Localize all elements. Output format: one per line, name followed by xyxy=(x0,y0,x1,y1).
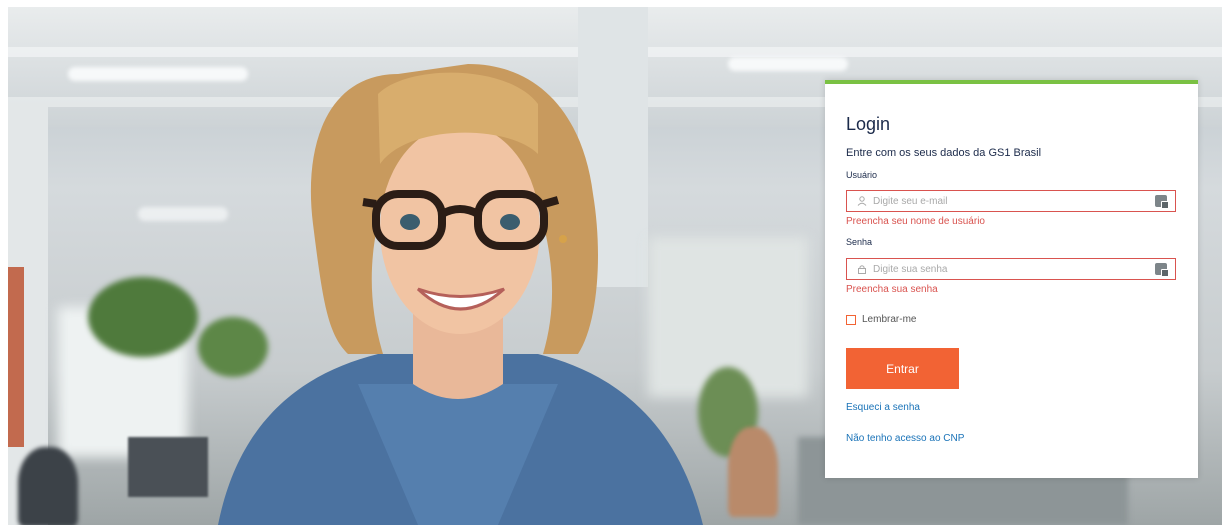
lock-icon xyxy=(855,264,869,274)
right-eye xyxy=(500,214,520,230)
password-error: Preencha sua senha xyxy=(846,284,938,295)
username-input[interactable] xyxy=(869,195,1155,207)
background-person xyxy=(728,427,778,517)
keyboard-icon[interactable] xyxy=(1155,195,1169,209)
user-icon xyxy=(855,196,869,206)
background-person xyxy=(18,447,78,525)
password-input[interactable] xyxy=(869,263,1155,275)
earring xyxy=(559,235,567,243)
no-access-link[interactable]: Não tenho acesso ao CNP xyxy=(846,433,964,444)
left-eye xyxy=(400,214,420,230)
password-field-wrapper xyxy=(846,258,1176,280)
smiling-woman-photo xyxy=(218,64,703,525)
remember-checkbox[interactable] xyxy=(846,314,856,325)
ceiling-light xyxy=(728,57,848,71)
password-label: Senha xyxy=(846,237,873,247)
username-error: Preencha seu nome de usuário xyxy=(846,216,985,227)
username-field-wrapper xyxy=(846,190,1176,212)
submit-button[interactable]: Entrar xyxy=(846,348,959,389)
login-title: Login xyxy=(846,114,891,134)
login-subtitle: Entre com os seus dados da GS1 Brasil xyxy=(846,147,1042,159)
keyboard-icon[interactable] xyxy=(1155,263,1169,277)
forgot-password-link[interactable]: Esqueci a senha xyxy=(846,402,920,413)
login-card: Login Entre com os seus dados da GS1 Bra… xyxy=(825,80,1198,478)
monitor xyxy=(128,437,208,497)
remember-label: Lembrar-me xyxy=(862,314,917,325)
plant xyxy=(88,277,198,357)
username-label: Usuário xyxy=(846,170,878,180)
remember-me[interactable]: Lembrar-me xyxy=(846,314,916,325)
orange-panel xyxy=(8,267,24,447)
